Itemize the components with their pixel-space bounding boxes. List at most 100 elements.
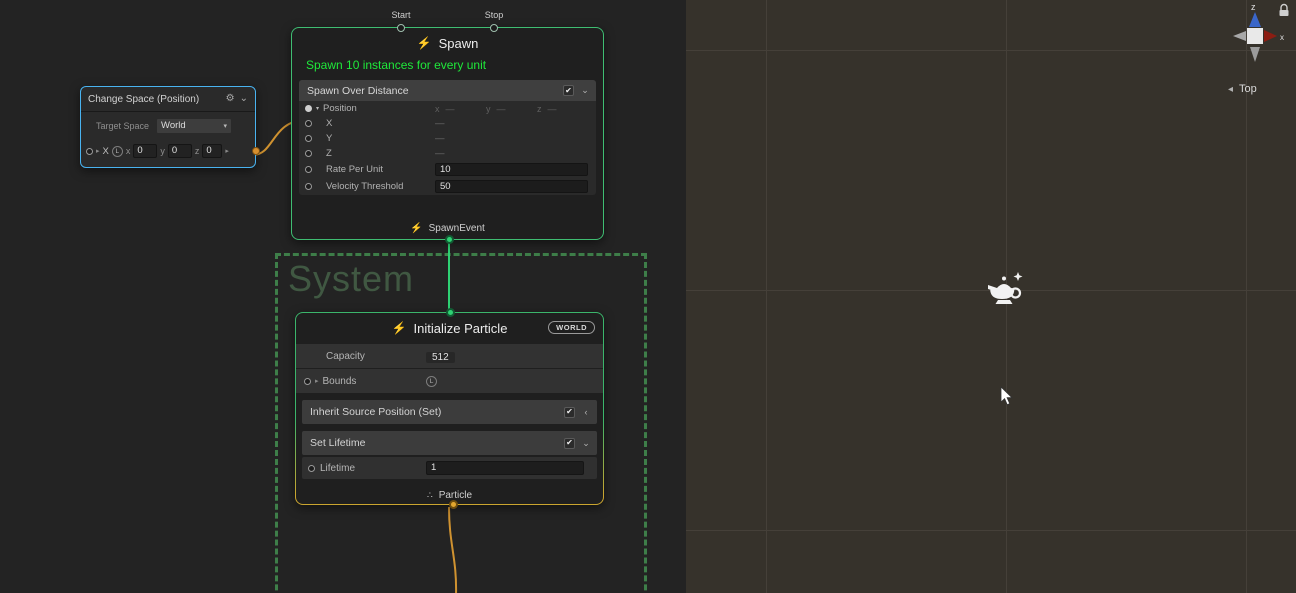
block-title: Inherit Source Position (Set)	[310, 406, 558, 418]
start-flow-port[interactable]	[397, 24, 405, 32]
stop-flow-port[interactable]	[490, 24, 498, 32]
view-label-text: Top	[1239, 83, 1257, 95]
mouse-cursor	[1000, 386, 1013, 406]
target-space-dropdown[interactable]: World ▾	[156, 118, 232, 134]
gizmo-z-label: z	[1251, 2, 1256, 12]
node-change-space[interactable]: Change Space (Position) ⚙ ⌄ Target Space…	[80, 86, 256, 168]
position-input-port[interactable]	[305, 105, 312, 112]
z-value: —	[435, 148, 445, 159]
y-input-port[interactable]	[305, 135, 312, 142]
x-row: X —	[299, 116, 596, 131]
node-spawn[interactable]: Start Stop ⚡ Spawn Spawn 10 instances fo…	[291, 27, 604, 240]
bounds-row: ▸ Bounds L	[296, 369, 603, 393]
position-label: Position	[323, 103, 357, 114]
y-label: Y	[326, 133, 332, 144]
expand-triangle-icon[interactable]: ▸	[96, 148, 100, 155]
lifetime-row: Lifetime 1	[302, 457, 597, 479]
spawn-over-distance-block[interactable]: Spawn Over Distance ✔ ⌄ ▾ Position x — y —…	[299, 80, 596, 195]
velocity-threshold-row: Velocity Threshold 50	[299, 178, 596, 195]
lightning-icon: ⚡	[417, 37, 432, 49]
block-title: Spawn Over Distance	[307, 85, 557, 97]
view-toggle-icon[interactable]: ◂	[1228, 84, 1233, 95]
x-dim-label: x	[435, 104, 440, 114]
particle-output-label: Particle	[439, 490, 472, 501]
z-field[interactable]: 0	[202, 144, 222, 158]
view-mode-label[interactable]: ◂ Top	[1228, 83, 1257, 95]
chevron-down-icon[interactable]: ⌄	[581, 439, 591, 448]
x-value: —	[435, 118, 445, 129]
block-enabled-checkbox[interactable]: ✔	[564, 438, 575, 449]
rate-per-unit-row: Rate Per Unit 10	[299, 161, 596, 178]
block-enabled-checkbox[interactable]: ✔	[563, 85, 574, 96]
node-title: Change Space (Position)	[88, 94, 221, 105]
block-title: Set Lifetime	[310, 437, 558, 449]
velocity-field[interactable]: 50	[435, 180, 588, 193]
z-axis-cone[interactable]	[1249, 12, 1261, 27]
vfx-lamp-gizmo-icon[interactable]	[985, 271, 1025, 309]
y-value: —	[435, 133, 445, 144]
gear-icon[interactable]: ⚙	[226, 94, 235, 104]
x-axis-cone[interactable]	[1264, 30, 1277, 42]
inherit-source-position-block[interactable]: Inherit Source Position (Set) ✔ ‹	[302, 400, 597, 424]
spawnevent-output-port[interactable]	[445, 235, 454, 244]
y-field[interactable]: 0	[168, 144, 192, 158]
particle-output-port[interactable]	[449, 500, 458, 509]
set-lifetime-block[interactable]: Set Lifetime ✔ ⌄	[302, 431, 597, 455]
y-row: Y —	[299, 131, 596, 146]
velocity-label: Velocity Threshold	[326, 181, 403, 192]
x-label: X	[326, 118, 332, 129]
z-label: Z	[326, 148, 332, 159]
node-subtitle: Spawn 10 instances for every unit	[292, 58, 603, 80]
local-space-badge[interactable]: L	[426, 376, 437, 387]
bounds-input-port[interactable]	[304, 378, 311, 385]
capacity-label: Capacity	[326, 351, 365, 362]
chevron-left-icon[interactable]: ‹	[581, 408, 591, 417]
position-row: ▾ Position x— y— z—	[299, 101, 596, 116]
vfx-graph-editor[interactable]: System Change Space (Position) ⚙ ⌄ Targe…	[0, 0, 686, 593]
collapse-triangle-icon[interactable]: ▾	[316, 106, 319, 112]
scene-view[interactable]: z x ◂ Top	[686, 0, 1296, 593]
capacity-field[interactable]: 512	[426, 352, 455, 363]
output-triangle-icon: ▸	[225, 148, 229, 155]
z-dim-label: z	[537, 104, 542, 114]
chevron-down-icon[interactable]: ⌄	[580, 86, 590, 95]
lightning-icon: ⚡	[392, 322, 407, 334]
stop-port-label: Stop	[464, 10, 524, 20]
y-dim-label: y	[486, 104, 491, 114]
x-empty-value: —	[446, 104, 455, 114]
x-input-port[interactable]	[305, 120, 312, 127]
velocity-input-port[interactable]	[305, 183, 312, 190]
gizmo-cube[interactable]	[1247, 28, 1263, 44]
rate-input-port[interactable]	[305, 166, 312, 173]
lifetime-input-port[interactable]	[308, 465, 315, 472]
spawn-output-label: SpawnEvent	[429, 223, 485, 234]
y-dim-label: y	[160, 146, 165, 156]
particle-icon: ∴	[427, 491, 433, 500]
x-dim-label: x	[126, 146, 131, 156]
rate-label: Rate Per Unit	[326, 164, 383, 175]
port-label: X	[103, 146, 109, 157]
output-port[interactable]	[252, 147, 260, 155]
rate-field[interactable]: 10	[435, 163, 588, 176]
x-field[interactable]: 0	[133, 144, 157, 158]
world-space-badge[interactable]: WORLD	[548, 321, 595, 334]
z-row: Z —	[299, 146, 596, 161]
left-axis-cone[interactable]	[1233, 31, 1246, 41]
chevron-down-icon[interactable]: ⌄	[240, 94, 248, 104]
local-space-badge[interactable]: L	[112, 146, 123, 157]
block-enabled-checkbox[interactable]: ✔	[564, 407, 575, 418]
lifetime-field[interactable]: 1	[426, 461, 584, 475]
z-dim-label: z	[195, 146, 200, 156]
expand-triangle-icon[interactable]: ▸	[315, 378, 319, 385]
input-port-x[interactable]	[86, 148, 93, 155]
node-title: Spawn	[439, 36, 479, 51]
dropdown-caret-icon: ▾	[224, 122, 228, 130]
lightning-icon: ⚡	[410, 224, 422, 234]
z-input-port[interactable]	[305, 150, 312, 157]
node-initialize-particle[interactable]: ⚡ Initialize Particle WORLD Capacity 512…	[295, 312, 604, 505]
lock-icon[interactable]	[1278, 3, 1290, 17]
gizmo-x-label: x	[1280, 33, 1284, 42]
start-port-label: Start	[371, 10, 431, 20]
down-axis-cone[interactable]	[1250, 47, 1260, 62]
capacity-row: Capacity 512	[296, 344, 603, 368]
